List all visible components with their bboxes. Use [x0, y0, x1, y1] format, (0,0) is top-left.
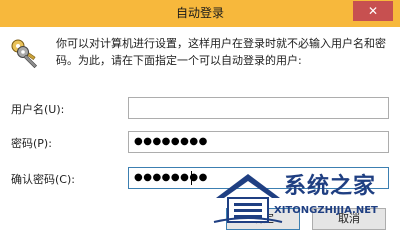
- watermark: 系统之家 XITONGZHIJIA.NET: [210, 168, 400, 238]
- watermark-name: 系统之家: [284, 174, 377, 199]
- password-label: 密码(P):: [11, 137, 52, 150]
- title-bar[interactable]: 自动登录 ✕: [0, 0, 400, 27]
- username-label: 用户名(U):: [11, 103, 65, 116]
- username-field[interactable]: [128, 97, 389, 119]
- close-icon: ✕: [367, 4, 379, 18]
- dialog-title: 自动登录: [175, 6, 224, 20]
- password-value: ●●●●●●●●: [134, 136, 208, 147]
- confirm-password-label: 确认密码(C):: [11, 173, 75, 186]
- close-button[interactable]: ✕: [353, 1, 393, 21]
- house-logo-icon: [213, 174, 283, 223]
- auto-login-dialog: 自动登录 ✕ 你可以对计算机进行设置，这样用户在登录时就不必输入用户名和密码。为…: [0, 0, 400, 245]
- text-caret: [191, 171, 192, 185]
- password-field[interactable]: ●●●●●●●●: [128, 131, 389, 153]
- description-text: 你可以对计算机进行设置，这样用户在登录时就不必输入用户名和密码。为此，请在下面指…: [56, 37, 386, 67]
- confirm-password-value: ●●●●●●●●: [134, 172, 208, 183]
- keys-icon: [11, 39, 38, 69]
- watermark-url: XITONGZHIJIA.NET: [274, 205, 378, 216]
